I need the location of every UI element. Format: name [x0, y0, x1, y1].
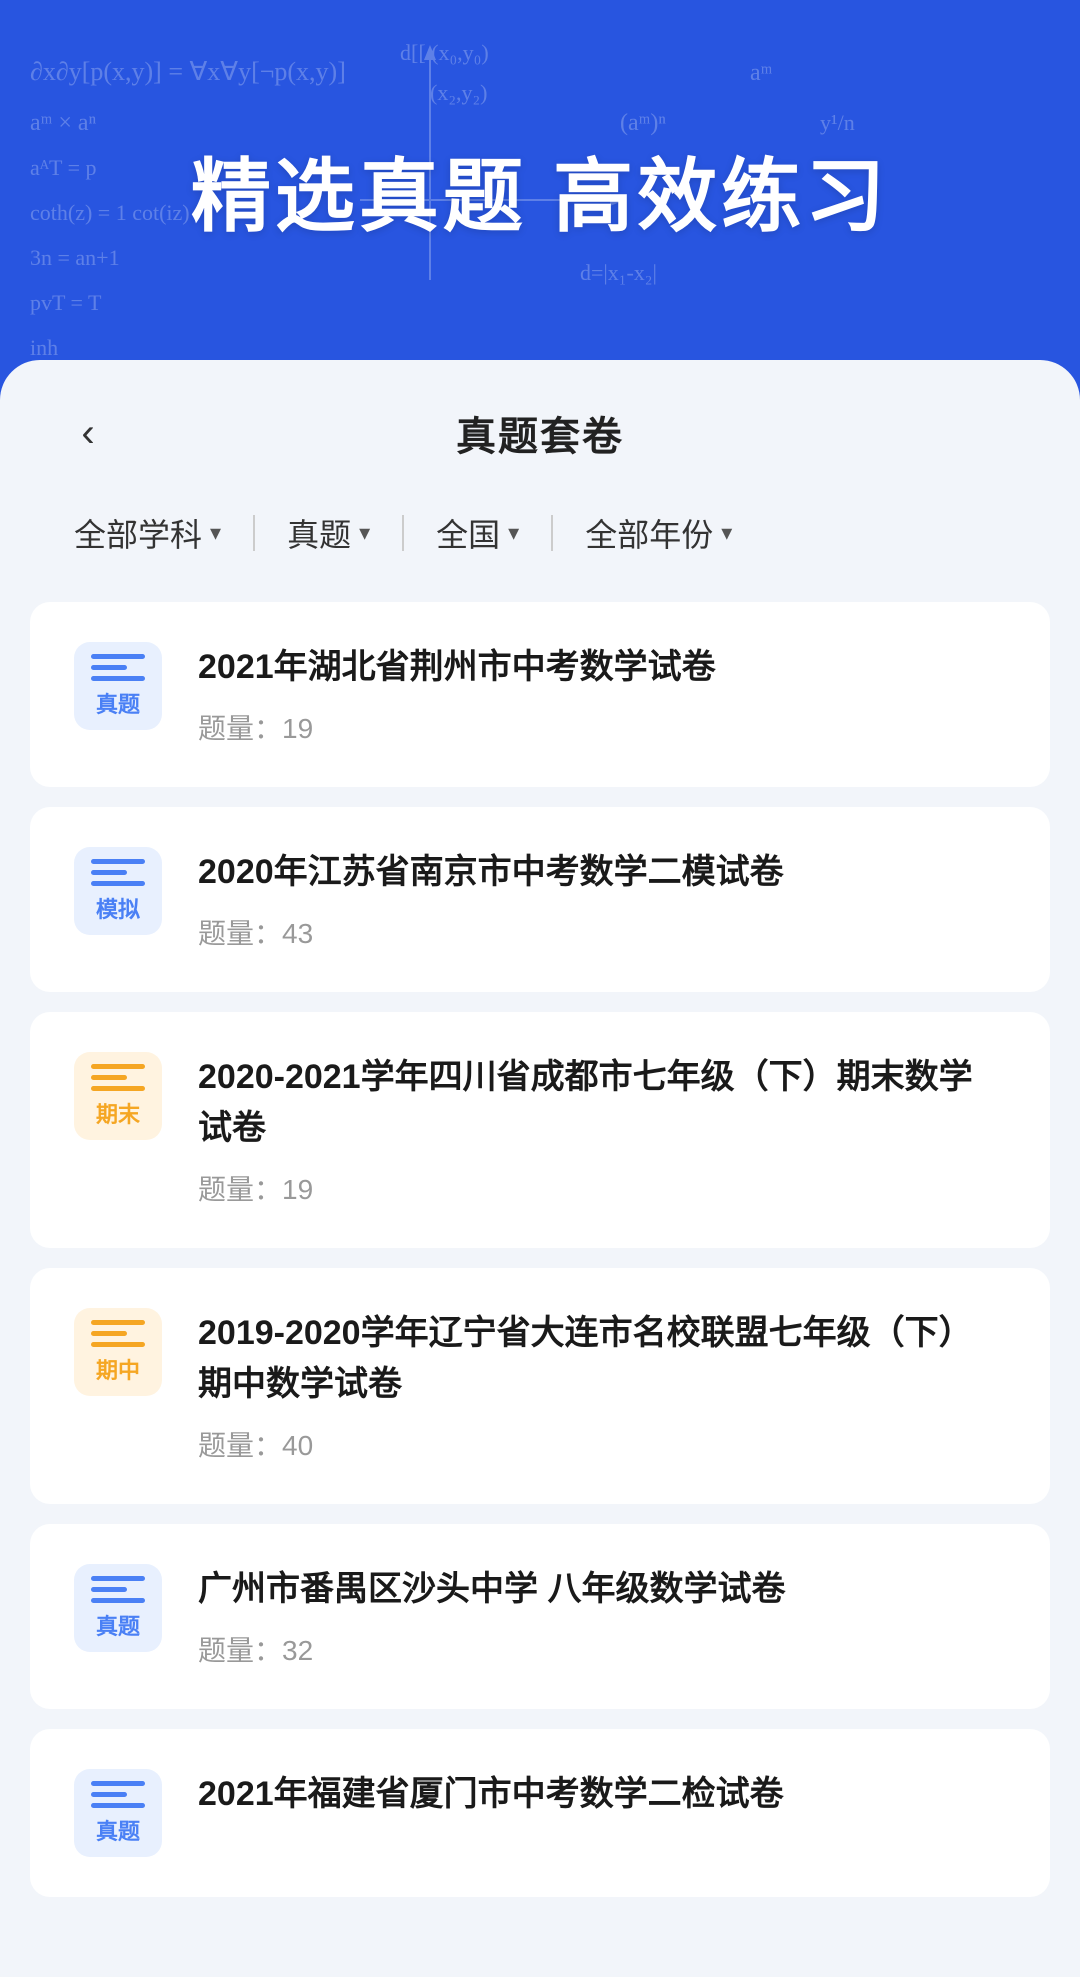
filter-region[interactable]: 全国 ▾: [412, 494, 543, 572]
exam-item[interactable]: 真题 广州市番禺区沙头中学 八年级数学试卷题量：32: [30, 1524, 1050, 1709]
exam-item[interactable]: 模拟 2020年江苏省南京市中考数学二模试卷题量：43: [30, 807, 1050, 992]
hero-title: 精选真题 高效练习: [191, 132, 889, 248]
exam-item[interactable]: 真题 2021年福建省厦门市中考数学二检试卷: [30, 1729, 1050, 1897]
exam-title: 2021年福建省厦门市中考数学二检试卷: [198, 1769, 1006, 1820]
chevron-down-icon: ▾: [210, 520, 221, 546]
exam-badge-icon: 期末: [74, 1052, 162, 1140]
panel-title: 真题套卷: [456, 404, 624, 462]
panel-header: ‹ 真题套卷: [0, 360, 1080, 494]
exam-item[interactable]: 真题 2021年湖北省荆州市中考数学试卷题量：19: [30, 602, 1050, 787]
back-button[interactable]: ‹: [60, 405, 116, 461]
exam-info: 2020-2021学年四川省成都市七年级（下）期末数学试卷题量：19: [198, 1052, 1006, 1208]
exam-title: 2020年江苏省南京市中考数学二模试卷: [198, 847, 1006, 898]
exam-list: 真题 2021年湖北省荆州市中考数学试卷题量：19 模拟 2020年江苏省南京市中考数…: [0, 602, 1080, 1917]
exam-count: 题量：19: [198, 1168, 1006, 1208]
exam-title: 2019-2020学年辽宁省大连市名校联盟七年级（下）期中数学试卷: [198, 1308, 1006, 1410]
filter-type[interactable]: 真题 ▾: [263, 494, 394, 572]
exam-info: 2021年湖北省荆州市中考数学试卷题量：19: [198, 642, 1006, 747]
exam-title: 广州市番禺区沙头中学 八年级数学试卷: [198, 1564, 1006, 1615]
exam-badge-icon: 期中: [74, 1308, 162, 1396]
exam-info: 2021年福建省厦门市中考数学二检试卷: [198, 1769, 1006, 1834]
exam-count: 题量：32: [198, 1629, 1006, 1669]
badge-label: 真题: [96, 687, 140, 719]
badge-label: 真题: [96, 1814, 140, 1846]
exam-item[interactable]: 期中 2019-2020学年辽宁省大连市名校联盟七年级（下）期中数学试卷题量：40: [30, 1268, 1050, 1504]
card-panel: ‹ 真题套卷 全部学科 ▾ 真题 ▾ 全国 ▾ 全部年份 ▾ 真题 2021年湖北…: [0, 360, 1080, 1977]
exam-count: 题量：40: [198, 1424, 1006, 1464]
exam-badge-icon: 真题: [74, 642, 162, 730]
filter-year[interactable]: 全部年份 ▾: [561, 494, 756, 572]
badge-label: 期中: [96, 1353, 140, 1385]
exam-info: 2019-2020学年辽宁省大连市名校联盟七年级（下）期中数学试卷题量：40: [198, 1308, 1006, 1464]
badge-label: 期末: [96, 1097, 140, 1129]
filter-divider-2: [402, 515, 404, 551]
filter-divider-3: [551, 515, 553, 551]
filter-subject[interactable]: 全部学科 ▾: [50, 494, 245, 572]
chevron-down-icon: ▾: [359, 520, 370, 546]
exam-title: 2021年湖北省荆州市中考数学试卷: [198, 642, 1006, 693]
chevron-down-icon: ▾: [721, 520, 732, 546]
exam-info: 广州市番禺区沙头中学 八年级数学试卷题量：32: [198, 1564, 1006, 1669]
chevron-down-icon: ▾: [508, 520, 519, 546]
exam-badge-icon: 真题: [74, 1769, 162, 1857]
exam-info: 2020年江苏省南京市中考数学二模试卷题量：43: [198, 847, 1006, 952]
exam-count: 题量：43: [198, 912, 1006, 952]
exam-count: 题量：19: [198, 707, 1006, 747]
exam-title: 2020-2021学年四川省成都市七年级（下）期末数学试卷: [198, 1052, 1006, 1154]
badge-label: 真题: [96, 1609, 140, 1641]
exam-badge-icon: 模拟: [74, 847, 162, 935]
badge-label: 模拟: [96, 892, 140, 924]
back-icon: ‹: [81, 413, 94, 453]
exam-badge-icon: 真题: [74, 1564, 162, 1652]
hero-section: 精选真题 高效练习: [0, 0, 1080, 380]
filter-divider-1: [253, 515, 255, 551]
filter-bar: 全部学科 ▾ 真题 ▾ 全国 ▾ 全部年份 ▾: [0, 494, 1080, 572]
exam-item[interactable]: 期末 2020-2021学年四川省成都市七年级（下）期末数学试卷题量：19: [30, 1012, 1050, 1248]
